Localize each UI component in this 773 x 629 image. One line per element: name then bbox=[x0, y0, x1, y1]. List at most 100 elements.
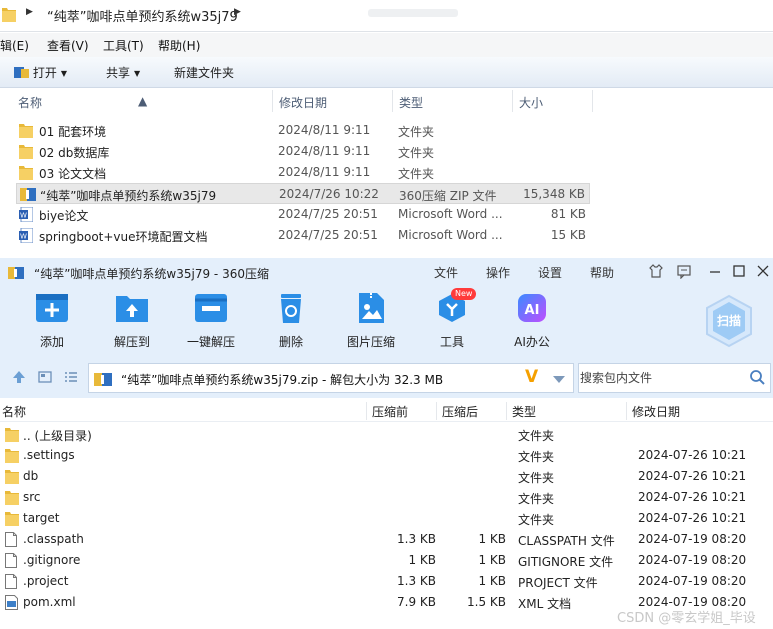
new-badge: New bbox=[451, 288, 477, 300]
address-bar[interactable]: ▶ “纯萃”咖啡点单预约系统w35j79 ▶ bbox=[0, 0, 773, 32]
verified-v-icon[interactable]: V bbox=[525, 367, 538, 387]
column-name[interactable]: 名称 bbox=[18, 94, 42, 111]
add-button[interactable]: 添加 bbox=[20, 292, 84, 350]
file-size: 15,348 KB bbox=[523, 187, 585, 201]
menu-file[interactable]: 文件 bbox=[434, 264, 458, 281]
address-bar-blurred-region bbox=[368, 9, 458, 17]
archive-search-input[interactable] bbox=[580, 369, 740, 387]
file-type: 文件夹 bbox=[398, 167, 435, 181]
menu-view[interactable]: 查看(V) bbox=[47, 37, 89, 54]
file-icon bbox=[5, 532, 17, 550]
delete-button[interactable]: 删除 bbox=[259, 292, 323, 350]
one-click-extract-button[interactable]: 一键解压 bbox=[179, 292, 243, 350]
menu-edit[interactable]: 辑(E) bbox=[0, 37, 29, 54]
entry-date: 2024-07-19 08:20 bbox=[638, 574, 747, 588]
zip-archive-icon bbox=[20, 187, 36, 205]
entry-size-after: 1.5 KB bbox=[467, 595, 506, 609]
path-dropdown-icon[interactable] bbox=[553, 373, 565, 387]
file-row[interactable]: “纯萃”咖啡点单预约系统w35j79 2024/7/26 10:22 360压缩 Z… bbox=[16, 183, 590, 204]
column-type[interactable]: 类型 bbox=[399, 94, 423, 111]
menu-bar: 辑(E) 查看(V) 工具(T) 帮助(H) bbox=[0, 33, 773, 57]
explorer-column-header: ▲ 名称 修改日期 类型 大小 bbox=[0, 88, 773, 114]
watermark: CSDN @零玄学姐_毕设 bbox=[617, 611, 756, 626]
file-name: “纯萃”咖啡点单预约系统w35j79 bbox=[40, 189, 217, 203]
scan-button[interactable]: 扫描 bbox=[704, 294, 754, 351]
archiver-title: “纯萃”咖啡点单预约系统w35j79 - 360压缩 bbox=[34, 267, 269, 281]
one-click-extract-label: 一键解压 bbox=[186, 335, 235, 349]
minimize-icon[interactable] bbox=[708, 263, 722, 282]
file-name: 01 配套环境 bbox=[39, 125, 107, 139]
extract-to-button[interactable]: 解压到 bbox=[100, 292, 164, 350]
archive-row[interactable]: .gitignore 1 KB 1 KB GITIGNORE 文件 2024-07-19… bbox=[0, 550, 773, 571]
entry-type: 文件夹 bbox=[518, 471, 555, 485]
tools-button[interactable]: New 工具 bbox=[420, 288, 484, 350]
archive-row[interactable]: db 文件夹 2024-07-26 10:21 bbox=[0, 466, 773, 487]
search-icon[interactable] bbox=[749, 369, 765, 388]
file-date: 2024/8/11 9:11 bbox=[278, 165, 371, 179]
entry-type: CLASSPATH 文件 bbox=[518, 534, 615, 548]
word-doc-icon: W bbox=[19, 227, 34, 246]
menu-operation[interactable]: 操作 bbox=[486, 264, 510, 281]
ai-office-button[interactable]: AI AI办公 bbox=[500, 292, 564, 350]
feedback-icon[interactable] bbox=[676, 263, 692, 282]
file-name: biye论文 bbox=[39, 209, 89, 223]
column-name[interactable]: 名称 bbox=[2, 403, 26, 420]
ai-office-label: AI办公 bbox=[514, 335, 550, 349]
column-before[interactable]: 压缩前 bbox=[372, 403, 408, 420]
file-row[interactable]: 03 论文文档 2024/8/11 9:11 文件夹 bbox=[16, 162, 590, 183]
share-button[interactable]: 共享 ▼ bbox=[106, 64, 140, 81]
new-folder-button[interactable]: 新建文件夹 bbox=[174, 64, 234, 81]
maximize-icon[interactable] bbox=[732, 263, 746, 282]
extract-to-label: 解压到 bbox=[113, 335, 150, 349]
entry-size-before: 7.9 KB bbox=[397, 595, 436, 609]
entry-name: db bbox=[23, 469, 39, 483]
column-date[interactable]: 修改日期 bbox=[279, 94, 327, 111]
breadcrumb-chevron-icon[interactable]: ▶ bbox=[234, 7, 241, 17]
menu-help[interactable]: 帮助(H) bbox=[158, 37, 200, 54]
file-type: Microsoft Word ... bbox=[398, 228, 503, 242]
image-compress-label: 图片压缩 bbox=[346, 335, 395, 349]
file-row[interactable]: Wspringboot+vue环境配置文档 2024/7/25 20:51 Micr… bbox=[16, 225, 590, 246]
archive-row[interactable]: src 文件夹 2024-07-26 10:21 bbox=[0, 487, 773, 508]
column-size[interactable]: 大小 bbox=[519, 94, 543, 111]
archive-row[interactable]: .project 1.3 KB 1 KB PROJECT 文件 2024-07-19 0… bbox=[0, 571, 773, 592]
entry-type: 文件夹 bbox=[518, 429, 555, 443]
file-date: 2024/7/25 20:51 bbox=[278, 207, 378, 221]
file-date: 2024/8/11 9:11 bbox=[278, 144, 371, 158]
menu-help[interactable]: 帮助 bbox=[590, 264, 614, 281]
column-after[interactable]: 压缩后 bbox=[442, 403, 478, 420]
file-row[interactable]: 02 db数据库 2024/8/11 9:11 文件夹 bbox=[16, 141, 590, 162]
delete-label: 删除 bbox=[278, 335, 303, 349]
file-row[interactable]: Wbiye论文 2024/7/25 20:51 Microsoft Word ...… bbox=[16, 204, 590, 225]
up-arrow-icon[interactable] bbox=[12, 370, 26, 387]
share-label: 共享 bbox=[106, 66, 131, 80]
breadcrumb[interactable]: “纯萃”咖啡点单预约系统w35j79 bbox=[47, 6, 238, 25]
breadcrumb-chevron-icon[interactable]: ▶ bbox=[26, 7, 33, 17]
xml-file-icon bbox=[5, 595, 18, 613]
zip-archive-icon bbox=[94, 371, 112, 390]
file-row[interactable]: 01 配套环境 2024/8/11 9:11 文件夹 bbox=[16, 120, 590, 141]
tools-label: 工具 bbox=[439, 335, 464, 349]
open-button[interactable]: 打开 ▼ bbox=[14, 64, 67, 81]
svg-text:W: W bbox=[20, 233, 27, 241]
close-icon[interactable] bbox=[756, 263, 770, 282]
file-date: 2024/7/25 20:51 bbox=[278, 228, 378, 242]
column-date[interactable]: 修改日期 bbox=[632, 403, 680, 420]
archive-row[interactable]: target 文件夹 2024-07-26 10:21 bbox=[0, 508, 773, 529]
menu-tools[interactable]: 工具(T) bbox=[103, 37, 144, 54]
skin-icon[interactable] bbox=[648, 263, 664, 282]
image-compress-icon bbox=[354, 292, 388, 324]
list-view-icon[interactable] bbox=[64, 370, 78, 387]
archive-row[interactable]: .classpath 1.3 KB 1 KB CLASSPATH 文件 2024-07-… bbox=[0, 529, 773, 550]
menu-settings[interactable]: 设置 bbox=[538, 264, 562, 281]
folder-icon bbox=[5, 427, 19, 445]
entry-type: XML 文档 bbox=[518, 597, 572, 611]
archiver-toolbar: 添加 解压到 一键解压 删除 图片压缩 New 工具 AI AI办公 扫描 bbox=[0, 286, 773, 358]
archive-row[interactable]: .. (上级目录) 文件夹 bbox=[0, 424, 773, 445]
image-compress-button[interactable]: 图片压缩 bbox=[339, 292, 403, 350]
column-type[interactable]: 类型 bbox=[512, 403, 536, 420]
file-type: 文件夹 bbox=[398, 125, 435, 139]
archive-path-field[interactable]: “纯萃”咖啡点单预约系统w35j79.zip - 解包大小为 32.3 MB V bbox=[88, 363, 574, 393]
archive-row[interactable]: .settings 文件夹 2024-07-26 10:21 bbox=[0, 445, 773, 466]
thumbnail-view-icon[interactable] bbox=[38, 370, 52, 387]
